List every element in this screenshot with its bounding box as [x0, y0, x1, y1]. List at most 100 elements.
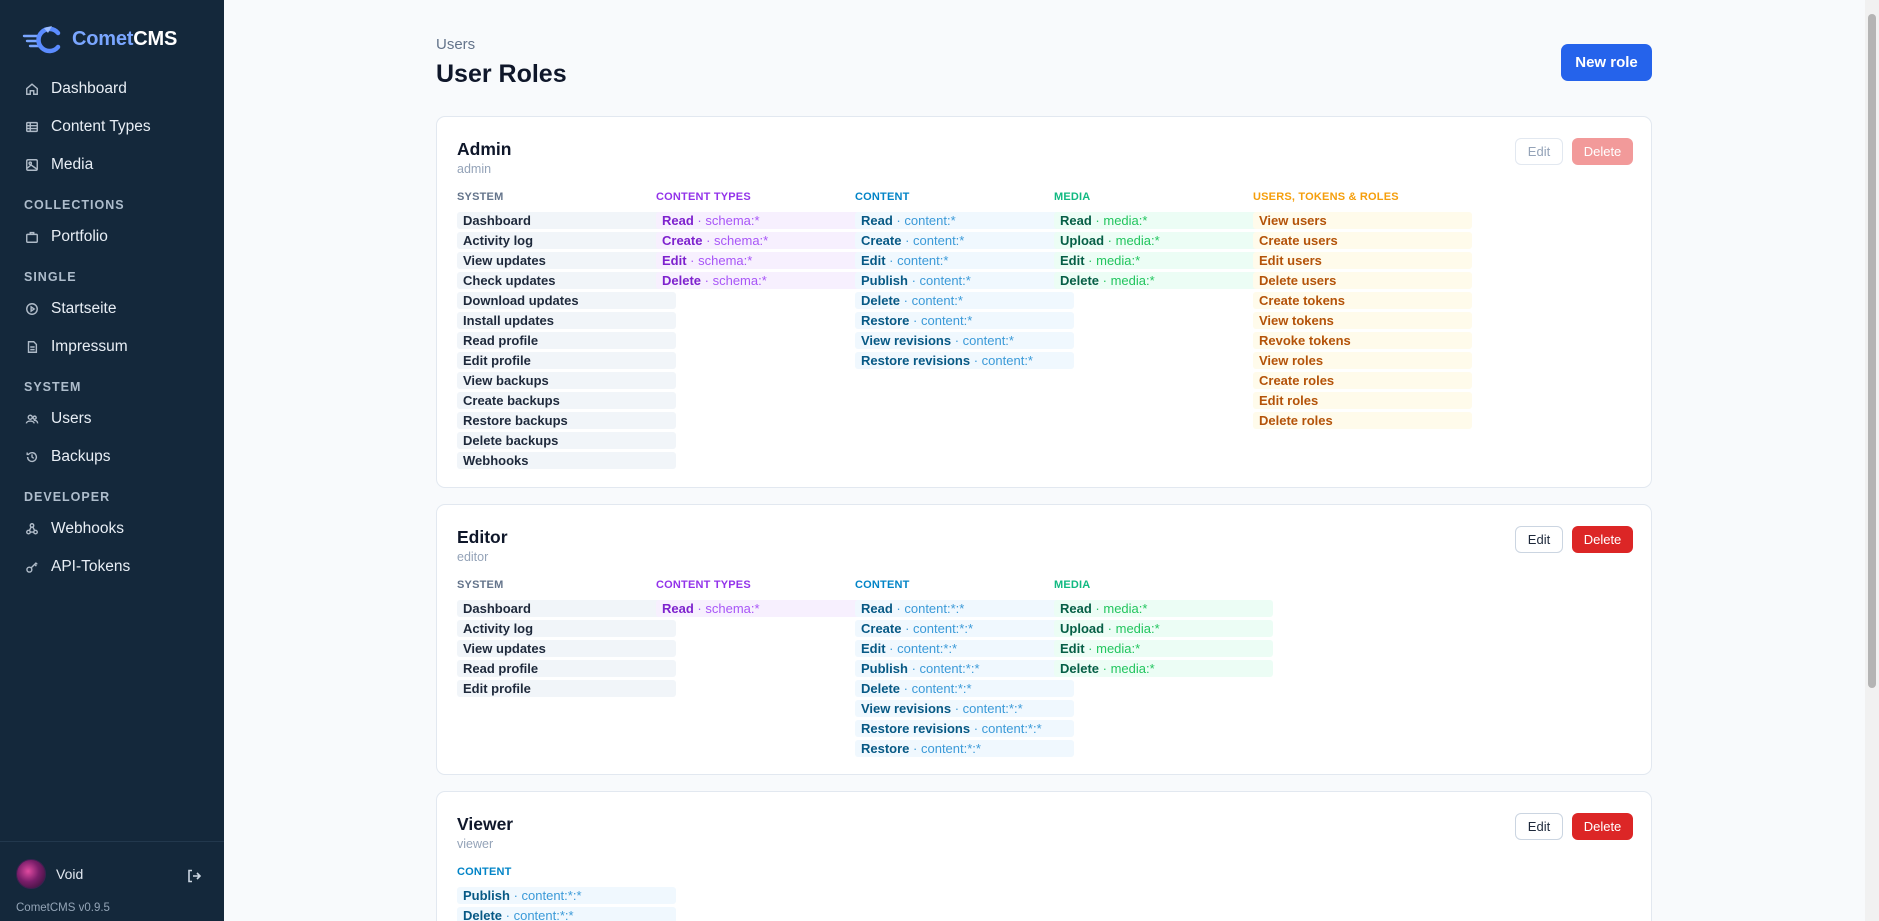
permission-scope: media:*	[1096, 641, 1141, 656]
permission-group-title: MEDIA	[1054, 191, 1091, 203]
permission-chip: Publish · content:*:*	[457, 887, 676, 904]
image-icon	[24, 157, 40, 173]
permission-chip: Delete · media:*	[1054, 660, 1273, 677]
permission-scope: content:*:*	[911, 681, 972, 696]
permission-chip: Edit · content:*	[855, 252, 1074, 269]
new-role-button[interactable]: New role	[1561, 44, 1652, 81]
sidebar-item-portfolio[interactable]: Portfolio	[0, 218, 224, 256]
sidebar-item-api-tokens[interactable]: API-Tokens	[0, 548, 224, 586]
sidebar-section-single: SINGLE	[24, 270, 77, 284]
sidebar-item-users[interactable]: Users	[0, 400, 224, 438]
permission-chip: View roles	[1253, 352, 1472, 369]
sidebar-item-media[interactable]: Media	[0, 146, 224, 184]
permission-label: Edit profile	[463, 681, 531, 696]
permission-label: Create users	[1259, 233, 1338, 248]
permission-label: Read profile	[463, 661, 539, 676]
permission-chip: Edit profile	[457, 680, 676, 697]
delete-role-button[interactable]: Delete	[1572, 813, 1633, 840]
permission-scope: media:*	[1115, 621, 1160, 636]
permission-label: View revisions	[861, 333, 952, 348]
permission-scope: content:*:*	[513, 908, 574, 921]
sidebar-item-label: Users	[51, 410, 92, 427]
permission-scope-separator: ·	[1091, 601, 1104, 616]
role-card-admin: Admin admin Edit Delete SYSTEM Dashboard Activ…	[436, 116, 1652, 488]
permission-chip: Webhooks	[457, 452, 676, 469]
sidebar-item-dashboard[interactable]: Dashboard	[0, 70, 224, 108]
permission-label: Create tokens	[1259, 293, 1345, 308]
role-slug: viewer	[457, 837, 494, 851]
logo[interactable]: CometCMS	[22, 24, 177, 54]
permission-chip: Read · media:*	[1054, 600, 1273, 617]
permission-scope: content:*:*	[897, 641, 958, 656]
permission-scope: content:*	[981, 353, 1033, 368]
permission-group-ct: CONTENT TYPES Read · schema:*	[656, 579, 875, 620]
user-menu[interactable]: Void	[16, 859, 83, 889]
breadcrumb[interactable]: Users	[436, 36, 475, 53]
permission-chip: View users	[1253, 212, 1472, 229]
scrollbar-thumb[interactable]	[1868, 14, 1876, 688]
sidebar-footer: Void CometCMS v0.9.5	[0, 841, 224, 921]
permission-label: Download updates	[463, 293, 579, 308]
permission-chip: Edit · media:*	[1054, 640, 1273, 657]
permission-scope-separator: ·	[907, 273, 920, 288]
permission-label: Edit profile	[463, 353, 531, 368]
permission-scope: content:*:*	[981, 721, 1042, 736]
edit-role-button[interactable]: Edit	[1515, 813, 1563, 840]
delete-role-button: Delete	[1572, 138, 1633, 165]
circle-play-icon	[24, 301, 40, 317]
permission-label: View updates	[463, 253, 546, 268]
permission-group-me: MEDIA Read · media:* Upload · media:* Edit …	[1054, 191, 1273, 292]
permission-scope-separator: ·	[686, 253, 699, 268]
permission-chip: Read · media:*	[1054, 212, 1273, 229]
permission-chip: Upload · media:*	[1054, 232, 1273, 249]
permission-chip: Edit · schema:*	[656, 252, 875, 269]
sidebar: CometCMS Dashboard Content Types Media C…	[0, 0, 224, 921]
sidebar-item-webhooks[interactable]: Webhooks	[0, 510, 224, 548]
permission-scope: content:*	[904, 213, 956, 228]
sidebar-section-developer: DEVELOPER	[24, 490, 111, 504]
permission-label: View backups	[463, 373, 549, 388]
sidebar-section-system: SYSTEM	[24, 380, 82, 394]
permission-chip: Check updates	[457, 272, 676, 289]
permission-scope: content:*	[919, 273, 971, 288]
logout-icon[interactable]	[186, 868, 202, 884]
permission-chip: Publish · content:*:*	[855, 660, 1074, 677]
permission-scope-separator: ·	[1091, 213, 1104, 228]
permission-scope-separator: ·	[951, 333, 963, 348]
permission-chip: Revoke tokens	[1253, 332, 1472, 349]
role-slug: admin	[457, 162, 492, 176]
permission-scope-separator: ·	[701, 273, 713, 288]
sidebar-item-impressum[interactable]: Impressum	[0, 328, 224, 366]
avatar	[16, 859, 46, 889]
permission-chip: Download updates	[457, 292, 676, 309]
permission-label: Activity log	[463, 233, 534, 248]
permission-label: Publish	[861, 661, 908, 676]
logo-text-suffix: CMS	[133, 27, 178, 50]
sidebar-item-label: Impressum	[51, 338, 128, 355]
permission-chip: Read · content:*:*	[855, 600, 1074, 617]
permission-chip: Create · schema:*	[656, 232, 875, 249]
permission-chip: Publish · content:*	[855, 272, 1074, 289]
sidebar-item-label: Media	[51, 156, 94, 173]
permission-label: Edit	[662, 253, 687, 268]
permission-chip: Delete backups	[457, 432, 676, 449]
permission-chip: Edit · content:*:*	[855, 640, 1074, 657]
sidebar-item-backups[interactable]: Backups	[0, 438, 224, 476]
permission-label: Delete	[1060, 273, 1100, 288]
sidebar-item-content-types[interactable]: Content Types	[0, 108, 224, 146]
sidebar-item-startseite[interactable]: Startseite	[0, 290, 224, 328]
permission-label: Revoke tokens	[1259, 333, 1351, 348]
permission-label: View users	[1259, 213, 1327, 228]
permission-group-co: CONTENT Read · content:*:* Create · conten…	[855, 579, 1074, 760]
delete-role-button[interactable]: Delete	[1572, 526, 1633, 553]
permission-label: View tokens	[1259, 313, 1334, 328]
permission-chip: Restore revisions · content:*	[855, 352, 1074, 369]
permission-label: Upload	[1060, 233, 1105, 248]
permission-scope-separator: ·	[693, 213, 706, 228]
permission-chip: Delete · content:*:*	[855, 680, 1074, 697]
scrollbar[interactable]	[1865, 0, 1879, 921]
permission-scope-separator: ·	[892, 213, 905, 228]
permission-scope: media:*	[1110, 273, 1155, 288]
permission-chip: Delete · media:*	[1054, 272, 1273, 289]
edit-role-button[interactable]: Edit	[1515, 526, 1563, 553]
